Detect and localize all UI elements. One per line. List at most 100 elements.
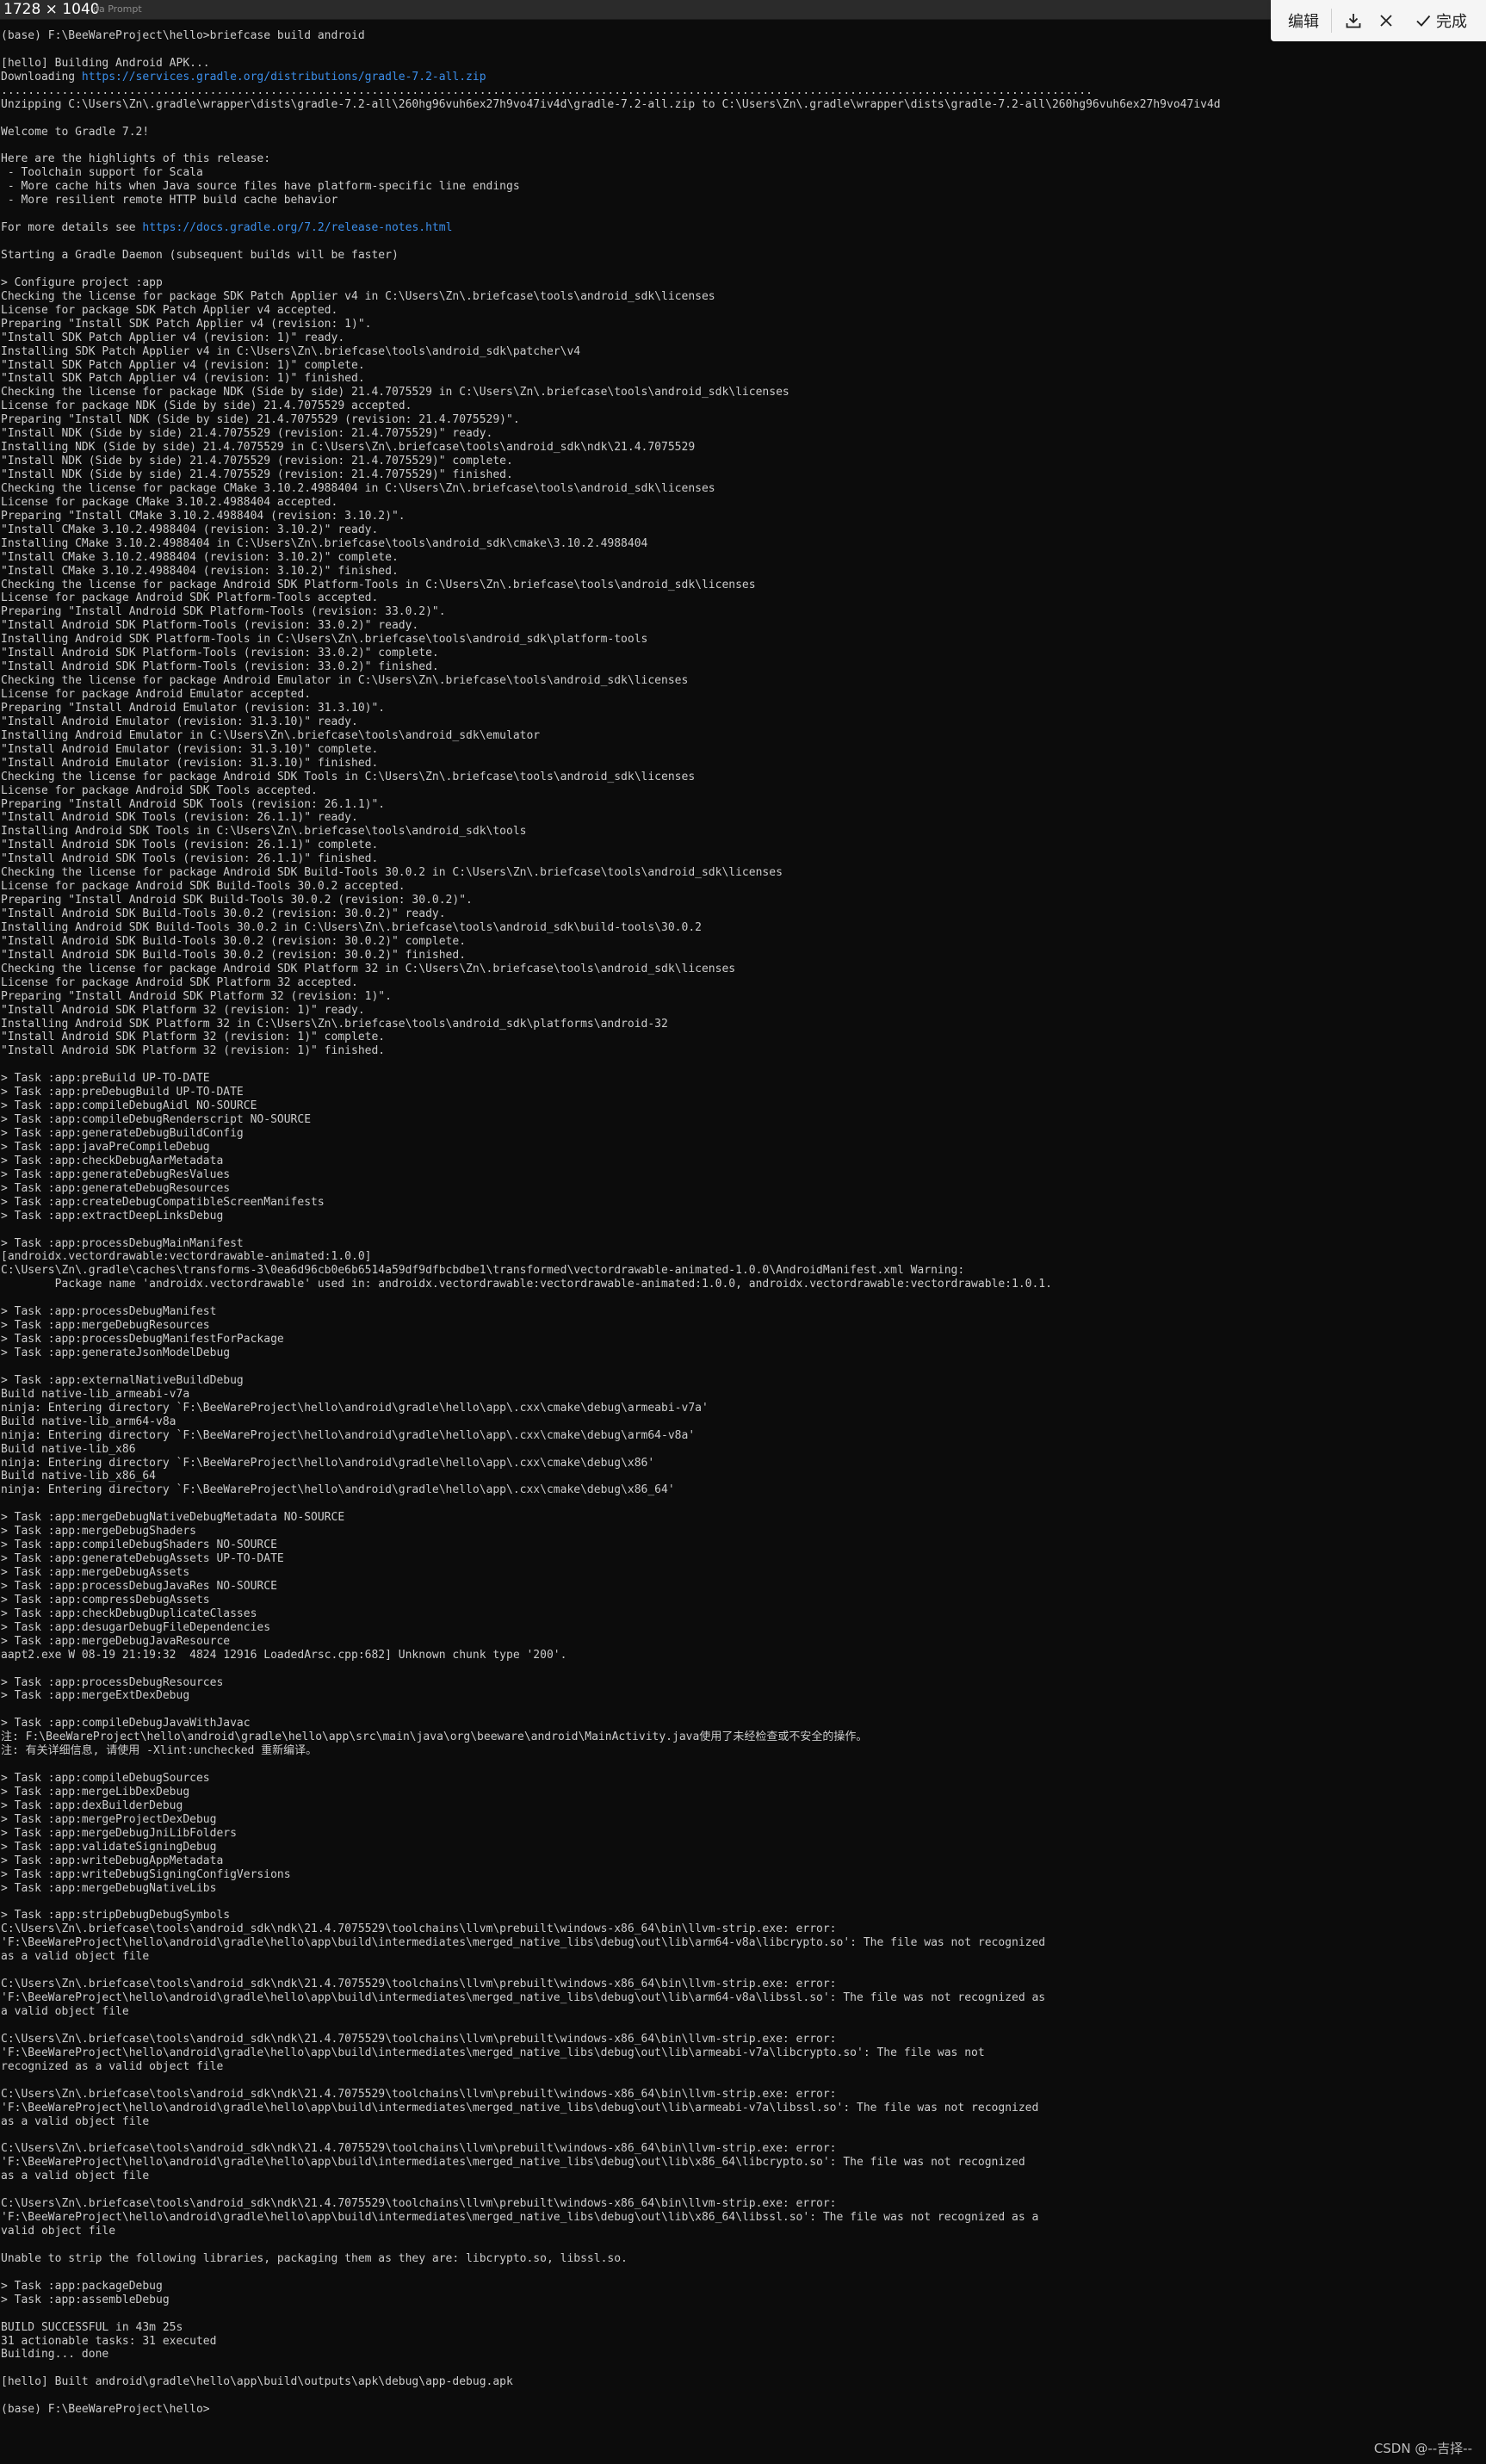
console-line-text: > Task :app:mergeLibDexDebug xyxy=(1,1786,190,1798)
console-line: as a valid object file xyxy=(1,1950,1486,1964)
console-line: Unable to strip the following libraries,… xyxy=(1,2252,1486,2266)
console-line: 'F:\BeeWareProject\hello\android\gradle\… xyxy=(1,1991,1486,2005)
console-line: Build native-lib_armeabi-v7a xyxy=(1,1388,1486,1402)
console-line-text: > Task :app:mergeDebugResources xyxy=(1,1319,210,1333)
screenshot-dimensions: 1728 × 1040 xyxy=(3,1,100,18)
console-line: "Install Android SDK Platform 32 (revisi… xyxy=(1,1031,1486,1044)
console-line: > Task :app:processDebugManifest xyxy=(1,1305,1486,1319)
console-line-text: Preparing "Install Android Emulator (rev… xyxy=(1,701,386,715)
console-line: > Task :app:desugarDebugFileDependencies xyxy=(1,1621,1486,1635)
console-line: > Task :app:mergeDebugAssets xyxy=(1,1566,1486,1580)
console-line: "Install Android SDK Build-Tools 30.0.2 … xyxy=(1,935,1486,949)
console-line: "Install CMake 3.10.2.4988404 (revision:… xyxy=(1,523,1486,537)
window-titlebar: 1728 × 1040 da Prompt xyxy=(0,0,1486,20)
console-line: > Task :app:compileDebugJavaWithJavac xyxy=(1,1717,1486,1730)
console-line-text: "Install Android Emulator (revision: 31.… xyxy=(1,742,379,756)
console-line-text: Installing SDK Patch Applier v4 in C:\Us… xyxy=(1,344,581,358)
console-line: C:\Users\Zn\.briefcase\tools\android_sdk… xyxy=(1,1978,1486,1991)
console-line-text: > Task :app:javaPreCompileDebug xyxy=(1,1140,210,1154)
console-line: > Task :app:stripDebugDebugSymbols xyxy=(1,1909,1486,1922)
console-link[interactable]: https://docs.gradle.org/7.2/release-note… xyxy=(142,221,452,234)
console-line: ........................................… xyxy=(1,84,1486,98)
console-line: Checking the license for package Android… xyxy=(1,579,1486,592)
console-line-text: Preparing "Install SDK Patch Applier v4 … xyxy=(1,317,372,331)
console-line-text: > Task :app:compileDebugAidl NO-SOURCE xyxy=(1,1099,257,1113)
console-line: Checking the license for package Android… xyxy=(1,674,1486,688)
console-line: "Install Android SDK Tools (revision: 26… xyxy=(1,811,1486,825)
console-line: "Install Android Emulator (revision: 31.… xyxy=(1,743,1486,757)
console-line: as a valid object file xyxy=(1,2115,1486,2129)
console-line: Installing Android SDK Build-Tools 30.0.… xyxy=(1,921,1486,935)
console-line-text: > Task :app:mergeDebugShaders xyxy=(1,1525,196,1538)
console-output[interactable]: (base) F:\BeeWareProject\hello>briefcase… xyxy=(0,29,1486,2455)
console-line-text: 注: F:\BeeWareProject\hello\android\gradl… xyxy=(1,1730,868,1744)
console-line-text: "Install Android SDK Tools (revision: 26… xyxy=(1,839,379,852)
console-line-text: "Install Android Emulator (revision: 31.… xyxy=(1,756,379,770)
console-line-text: Checking the license for package Android… xyxy=(1,962,736,975)
console-line-text: Installing CMake 3.10.2.4988404 in C:\Us… xyxy=(1,536,648,550)
console-line-text: Checking the license for package Android… xyxy=(1,770,696,783)
console-line: valid object file xyxy=(1,2225,1486,2238)
console-line: > Task :app:generateDebugAssets UP-TO-DA… xyxy=(1,1552,1486,1566)
console-line: "Install NDK (Side by side) 21.4.7075529… xyxy=(1,427,1486,441)
console-line-text: (base) F:\BeeWareProject\hello>briefcase… xyxy=(1,29,365,42)
console-line-text: License for package SDK Patch Applier v4… xyxy=(1,303,338,317)
console-line: > Task :app:mergeDebugNativeDebugMetadat… xyxy=(1,1511,1486,1525)
console-line-text: > Task :app:createDebugCompatibleScreenM… xyxy=(1,1195,325,1209)
console-line: > Task :app:writeDebugAppMetadata xyxy=(1,1854,1486,1868)
console-line: > Task :app:mergeDebugNativeLibs xyxy=(1,1882,1486,1896)
console-line: 注: 有关详细信息, 请使用 -Xlint:unchecked 重新编译。 xyxy=(1,1744,1486,1758)
console-line: "Install Android SDK Platform-Tools (rev… xyxy=(1,647,1486,660)
console-line: Checking the license for package SDK Pat… xyxy=(1,290,1486,304)
console-line: Installing Android Emulator in C:\Users\… xyxy=(1,729,1486,743)
console-line: > Task :app:compileDebugShaders NO-SOURC… xyxy=(1,1538,1486,1552)
console-line-text: > Task :app:processDebugMainManifest xyxy=(1,1236,244,1250)
console-line: Installing SDK Patch Applier v4 in C:\Us… xyxy=(1,345,1486,359)
console-line: > Task :app:processDebugJavaRes NO-SOURC… xyxy=(1,1580,1486,1594)
console-line: "Install SDK Patch Applier v4 (revision:… xyxy=(1,372,1486,386)
console-line-text: "Install SDK Patch Applier v4 (revision:… xyxy=(1,358,365,372)
console-line: aapt2.exe W 08-19 21:19:32 4824 12916 Lo… xyxy=(1,1649,1486,1662)
console-line: > Task :app:preBuild UP-TO-DATE xyxy=(1,1072,1486,1086)
console-line-text: > Task :app:mergeDebugNativeLibs xyxy=(1,1881,217,1895)
console-line: "Install Android SDK Platform-Tools (rev… xyxy=(1,660,1486,674)
console-line: License for package Android SDK Tools ac… xyxy=(1,784,1486,798)
console-line-text: > Task :app:compileDebugShaders NO-SOURC… xyxy=(1,1538,277,1552)
console-line-text: "Install SDK Patch Applier v4 (revision:… xyxy=(1,331,345,344)
console-line-text: License for package CMake 3.10.2.4988404… xyxy=(1,495,338,509)
console-line: > Task :app:validateSigningDebug xyxy=(1,1841,1486,1854)
console-line: Build native-lib_arm64-v8a xyxy=(1,1415,1486,1429)
console-line: > Task :app:mergeDebugJniLibFolders xyxy=(1,1827,1486,1841)
console-line-text: - More cache hits when Java source files… xyxy=(1,180,520,194)
console-line-text: "Install Android SDK Platform-Tools (rev… xyxy=(1,619,419,633)
console-line: Downloading https://services.gradle.org/… xyxy=(1,71,1486,84)
console-line: Preparing "Install Android Emulator (rev… xyxy=(1,702,1486,715)
console-line: > Task :app:generateDebugBuildConfig xyxy=(1,1127,1486,1141)
console-line-text: > Task :app:writeDebugAppMetadata xyxy=(1,1854,224,1867)
console-line: Installing Android SDK Platform 32 in C:… xyxy=(1,1018,1486,1031)
console-line-text: ninja: Entering directory `F:\BeeWarePro… xyxy=(1,1428,696,1442)
console-line-text: as a valid object file xyxy=(1,2170,150,2183)
console-line-text: > Task :app:mergeProjectDexDebug xyxy=(1,1812,217,1826)
console-line: Preparing "Install NDK (Side by side) 21… xyxy=(1,413,1486,427)
console-line: Preparing "Install Android SDK Build-Too… xyxy=(1,894,1486,907)
console-line: > Task :app:processDebugManifestForPacka… xyxy=(1,1333,1486,1347)
console-line-text: > Task :app:processDebugResources xyxy=(1,1675,224,1689)
console-line: > Task :app:preDebugBuild UP-TO-DATE xyxy=(1,1086,1486,1099)
console-line-text: C:\Users\Zn\.briefcase\tools\android_sdk… xyxy=(1,2087,837,2101)
console-line-text: "Install CMake 3.10.2.4988404 (revision:… xyxy=(1,550,399,564)
console-line-text: Build native-lib_armeabi-v7a xyxy=(1,1387,190,1401)
console-link[interactable]: https://services.gradle.org/distribution… xyxy=(82,71,486,84)
console-line-text: "Install NDK (Side by side) 21.4.7075529… xyxy=(1,455,513,468)
console-line-text: Installing NDK (Side by side) 21.4.70755… xyxy=(1,441,696,455)
